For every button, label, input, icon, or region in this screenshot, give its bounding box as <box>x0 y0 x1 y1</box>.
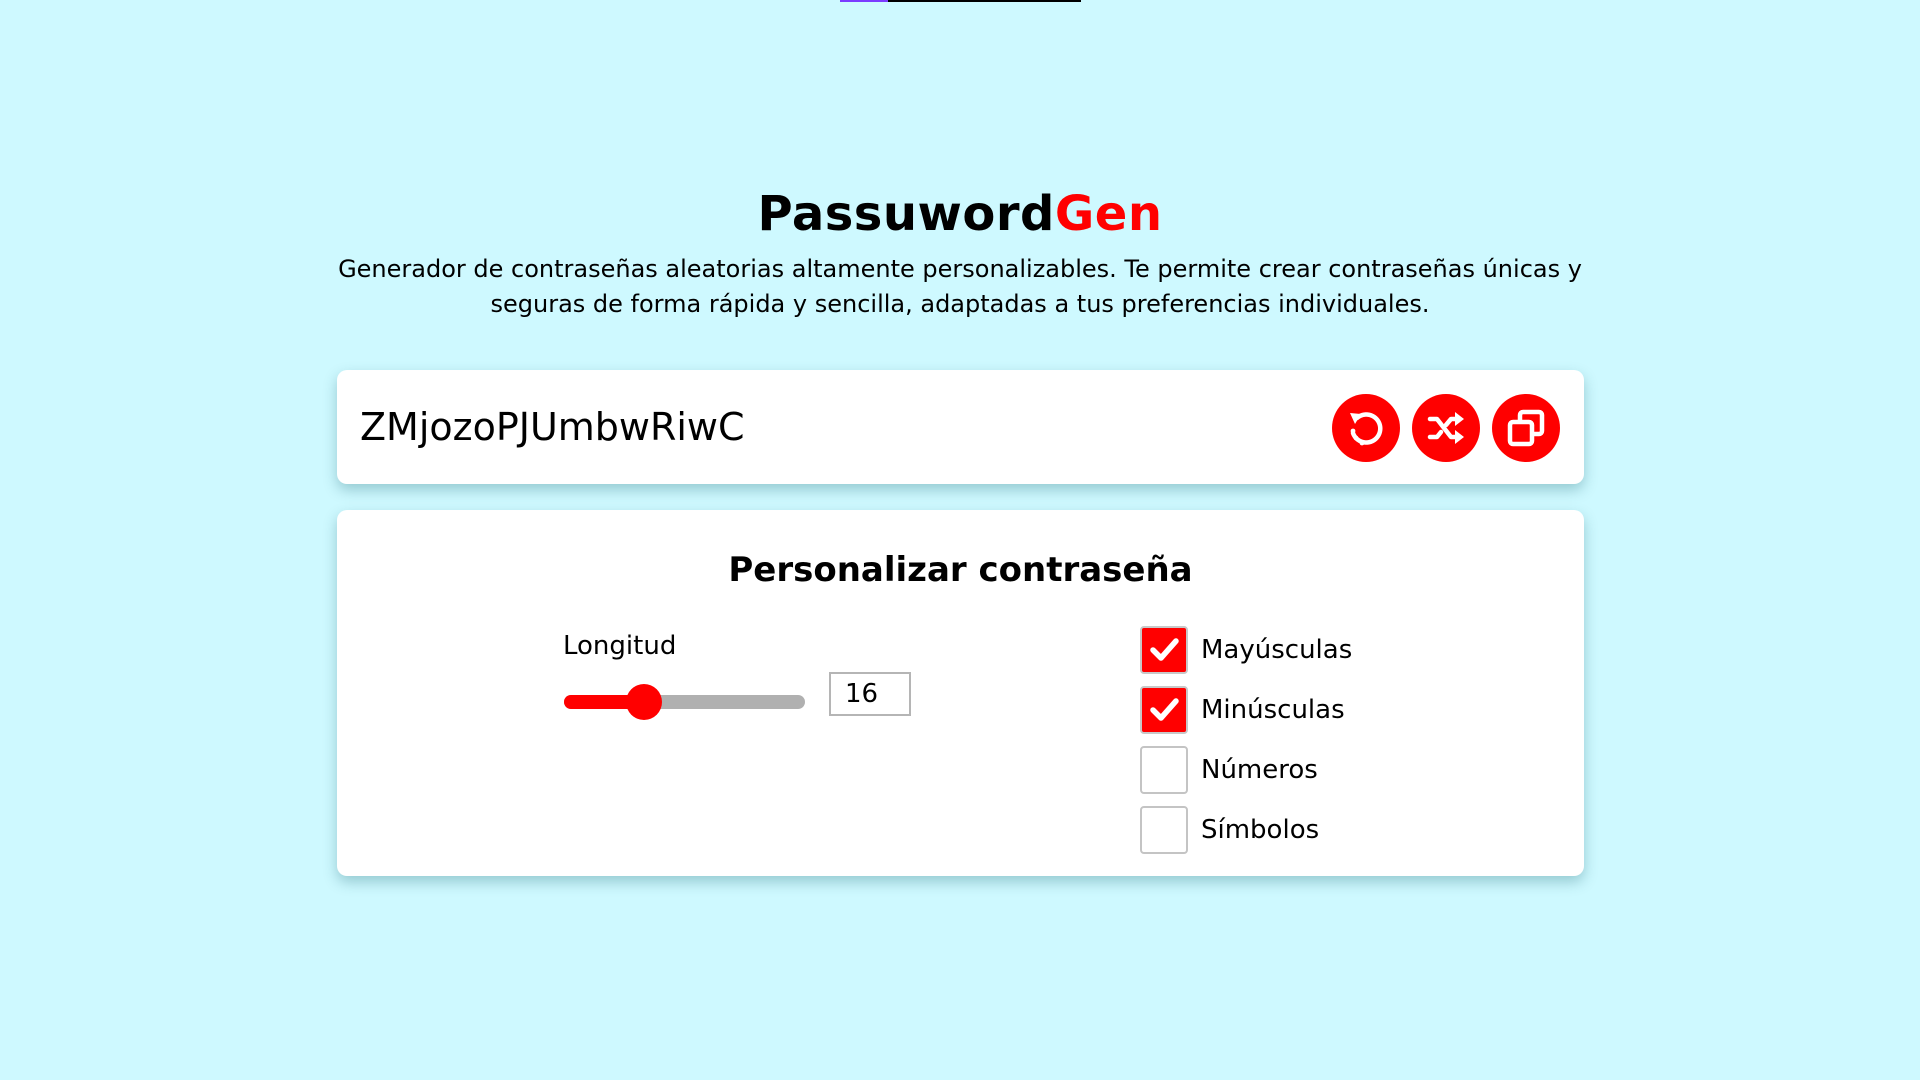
copy-button[interactable] <box>1492 394 1560 462</box>
settings-title: Personalizar contraseña <box>728 550 1193 590</box>
password-card: ZMjozoPJUmbwRiwC <box>337 370 1584 484</box>
checkmark-icon <box>1150 638 1179 661</box>
option-numbers[interactable]: Números <box>1140 746 1352 794</box>
checkmark-icon <box>1150 698 1179 721</box>
length-label: Longitud <box>563 631 677 661</box>
settings-card: Personalizar contraseña Longitud 16 Mayú… <box>337 510 1584 876</box>
password-actions <box>1332 394 1560 462</box>
option-lowercase[interactable]: Minúsculas <box>1140 686 1352 734</box>
numbers-checkbox[interactable] <box>1140 746 1188 794</box>
regenerate-button[interactable] <box>1332 394 1400 462</box>
copy-icon <box>1507 409 1545 447</box>
app-title-accent: Gen <box>1054 186 1163 242</box>
shuffle-icon <box>1427 412 1464 444</box>
app-description: Generador de contraseñas aleatorias alta… <box>338 255 1582 318</box>
generated-password: ZMjozoPJUmbwRiwC <box>360 405 745 449</box>
option-label-numbers: Números <box>1201 755 1318 785</box>
symbols-checkbox[interactable] <box>1140 806 1188 854</box>
character-options: Mayúsculas Minúsculas Números Símbolos <box>1140 626 1352 866</box>
length-slider[interactable] <box>564 684 805 720</box>
refresh-icon <box>1350 412 1383 446</box>
option-label-symbols: Símbolos <box>1201 815 1320 845</box>
length-input[interactable]: 16 <box>829 672 911 716</box>
slider-thumb[interactable] <box>625 684 662 720</box>
header: PassuwordGen Generador de contraseñas al… <box>0 182 1920 322</box>
option-label-uppercase: Mayúsculas <box>1201 635 1353 665</box>
option-label-lowercase: Minúsculas <box>1201 695 1345 725</box>
page: PassuwordGen Generador de contraseñas al… <box>0 0 1920 1080</box>
uppercase-checkbox[interactable] <box>1140 626 1188 674</box>
option-symbols[interactable]: Símbolos <box>1140 806 1352 854</box>
lowercase-checkbox[interactable] <box>1140 686 1188 734</box>
app-title-main: Passuword <box>757 186 1055 242</box>
option-uppercase[interactable]: Mayúsculas <box>1140 626 1352 674</box>
shuffle-button[interactable] <box>1412 394 1480 462</box>
top-accent-bar <box>840 0 1081 2</box>
app-title: PassuwordGen <box>0 182 1920 246</box>
